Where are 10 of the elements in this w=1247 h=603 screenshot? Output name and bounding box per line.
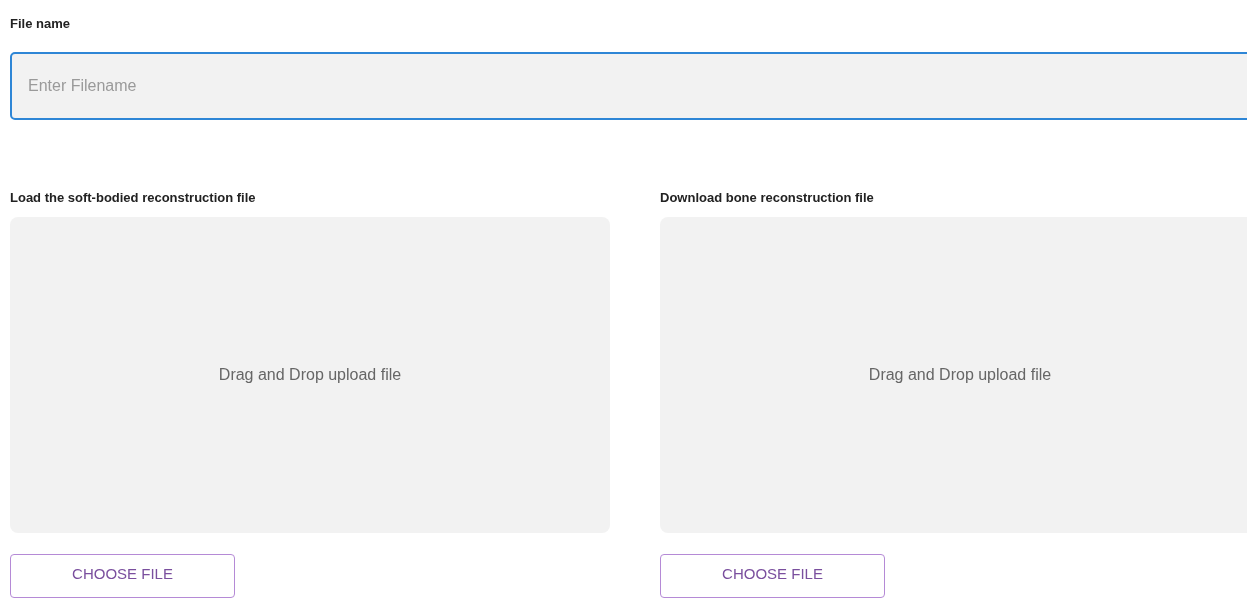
drop-zone-text: Drag and Drop upload file <box>218 365 402 385</box>
drop-zone[interactable]: Drag and Drop upload file <box>660 217 1247 533</box>
section-label: Download bone reconstruction file <box>660 189 875 207</box>
choose-file-button[interactable]: CHOOSE FILE <box>660 554 885 598</box>
choose-file-button[interactable]: CHOOSE FILE <box>10 554 235 598</box>
drop-zone[interactable]: Drag and Drop upload file <box>10 217 610 533</box>
field-label: File name <box>10 15 71 33</box>
section-label: Load the soft-bodied reconstruction file <box>10 189 257 207</box>
filename-input-field[interactable]: Enter Filename <box>10 52 1247 120</box>
drop-zone-text: Drag and Drop upload file <box>868 365 1052 385</box>
